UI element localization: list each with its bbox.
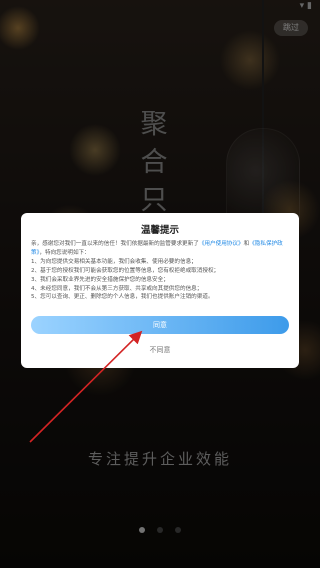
annotation-arrow — [29, 330, 143, 443]
arrow-line — [29, 330, 143, 443]
